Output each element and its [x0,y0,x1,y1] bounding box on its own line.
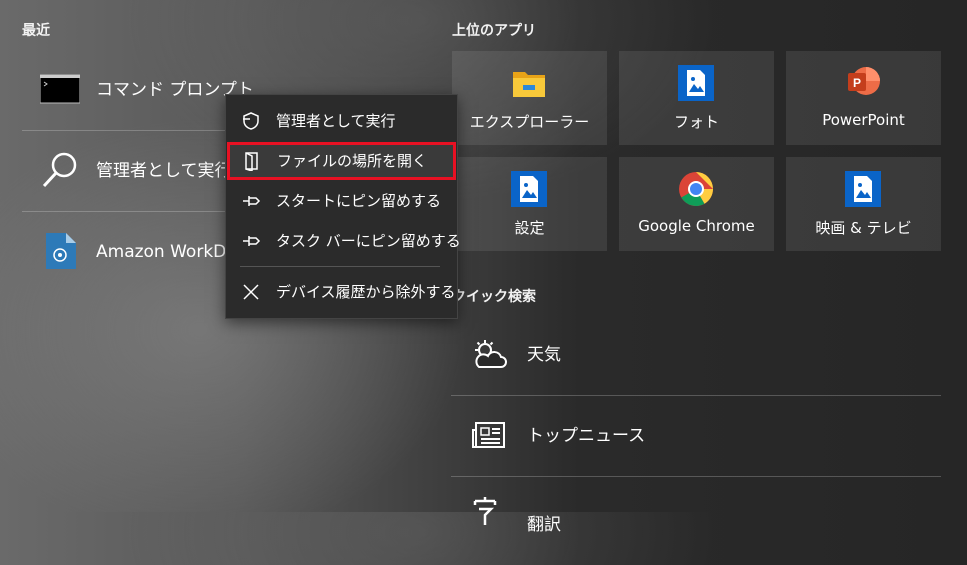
tile-settings[interactable]: 設定 [452,157,607,251]
cmd-icon [39,69,81,109]
tile-google-chrome[interactable]: Google Chrome [619,157,774,251]
folder-icon [511,65,547,101]
pin-icon [241,231,261,251]
quick-search-weather[interactable]: 天気 [451,315,941,395]
recent-item-label: 管理者として実行 [96,161,232,181]
recent-title: 最近 [22,23,50,39]
news-icon [471,420,507,452]
tile-label: 映画 & テレビ [815,219,912,237]
quick-search-top-news[interactable]: トップニュース [451,396,941,476]
open-file-location-icon [242,151,262,173]
tile-photos[interactable]: フォト [619,51,774,145]
close-icon [241,282,261,302]
workdocs-icon [40,231,80,271]
weather-icon [471,339,507,371]
context-menu: 管理者として実行 ファイルの場所を開く スタートにピン留めする タスク バーにピ… [225,94,461,319]
menu-item-label: 管理者として実行 [276,112,396,130]
movies-icon [845,171,881,207]
tile-label: PowerPoint [822,111,905,129]
recent-item-label: Amazon WorkD [96,242,227,262]
search-icon [40,150,80,190]
quick-search-label: 翻訳 [527,515,561,535]
shield-icon [241,111,261,131]
menu-item-label: タスク バーにピン留めする [276,232,461,250]
tile-powerpoint[interactable]: P PowerPoint [786,51,941,145]
menu-item-label: スタートにピン留めする [276,192,442,210]
tile-explorer[interactable]: エクスプローラー [452,51,607,145]
quick-search-label: トップニュース [527,426,646,446]
translate-icon [471,495,507,527]
tile-movies-tv[interactable]: 映画 & テレビ [786,157,941,251]
tile-label: エクスプローラー [469,113,590,131]
menu-divider [240,266,440,267]
menu-item-pin-to-taskbar[interactable]: タスク バーにピン留めする [226,222,461,260]
powerpoint-icon: P [845,65,881,101]
tile-label: 設定 [514,219,545,237]
chrome-icon [678,171,714,207]
menu-item-pin-to-start[interactable]: スタートにピン留めする [226,182,457,220]
svg-text:P: P [853,76,861,90]
top-apps-title: 上位のアプリ [452,23,536,39]
pin-icon [241,191,261,211]
quick-search-title: クイック検索 [452,289,536,305]
tile-label: フォト [673,113,719,131]
quick-search-translate[interactable]: 翻訳 [451,477,941,557]
menu-item-run-as-admin[interactable]: 管理者として実行 [226,102,457,140]
menu-item-label: デバイス履歴から除外する [276,283,456,301]
menu-item-remove-from-history[interactable]: デバイス履歴から除外する [226,273,457,311]
quick-search-label: 天気 [527,345,561,365]
menu-item-open-file-location[interactable]: ファイルの場所を開く [227,142,456,180]
photos-icon [678,65,714,101]
tile-label: Google Chrome [638,217,755,235]
menu-item-label: ファイルの場所を開く [277,152,428,170]
settings-icon [511,171,547,207]
